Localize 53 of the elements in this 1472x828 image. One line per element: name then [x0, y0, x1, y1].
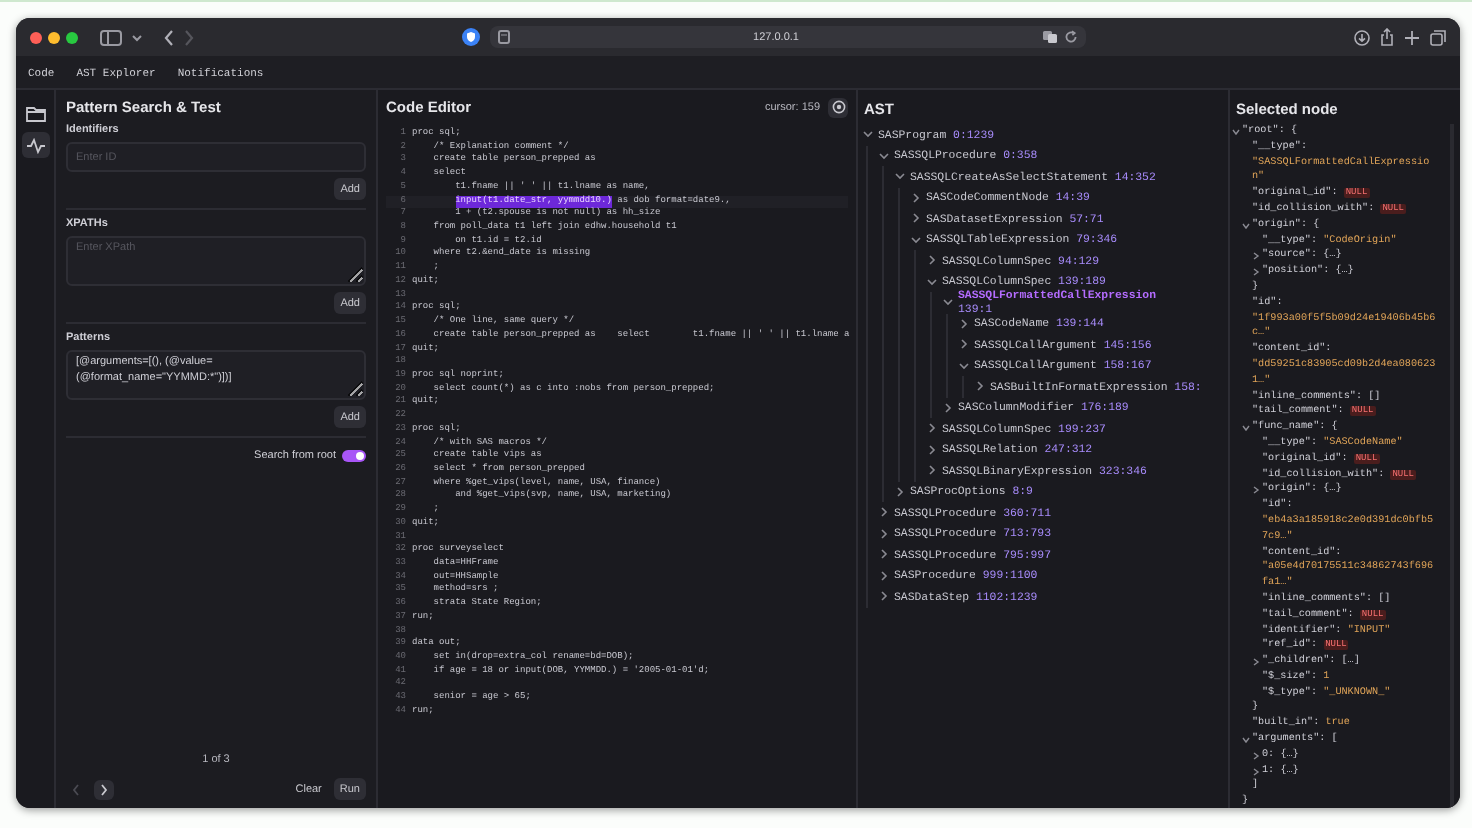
- chevron-icon[interactable]: [878, 149, 890, 162]
- chevron-icon[interactable]: [926, 422, 938, 435]
- chevron-icon[interactable]: [926, 464, 938, 477]
- sidebar-icon[interactable]: [100, 29, 122, 45]
- chevron-down-icon[interactable]: [132, 33, 142, 41]
- chevron-icon[interactable]: [926, 254, 938, 267]
- chevron-icon[interactable]: [926, 443, 938, 456]
- chevron-icon[interactable]: [878, 506, 890, 519]
- chevron-right-icon: [100, 783, 108, 795]
- chevron-icon[interactable]: [942, 296, 954, 309]
- chevron-icon[interactable]: [1252, 486, 1260, 495]
- chevron-icon[interactable]: [878, 548, 890, 561]
- chevron-icon[interactable]: [1252, 767, 1260, 776]
- share-icon[interactable]: [1380, 28, 1394, 46]
- next-button[interactable]: [94, 779, 114, 799]
- chevron-icon[interactable]: [1242, 221, 1250, 230]
- chevron-icon[interactable]: [1252, 657, 1260, 666]
- chevron-icon[interactable]: [958, 359, 970, 372]
- activity-button[interactable]: [21, 132, 49, 158]
- chevron-icon[interactable]: [1232, 127, 1240, 136]
- chevron-icon[interactable]: [958, 317, 970, 330]
- chevron-icon[interactable]: [974, 380, 986, 393]
- close-button[interactable]: [30, 31, 42, 43]
- chevron-icon[interactable]: [1242, 424, 1250, 433]
- chevron-icon[interactable]: [1242, 735, 1250, 744]
- minimize-button[interactable]: [48, 31, 60, 43]
- chevron-icon[interactable]: [894, 485, 906, 498]
- chevron-icon[interactable]: [1252, 751, 1260, 760]
- chevron-icon[interactable]: [910, 212, 922, 225]
- chevron-icon[interactable]: [878, 527, 890, 540]
- chevron-icon[interactable]: [926, 275, 938, 288]
- chevron-icon[interactable]: [958, 338, 970, 351]
- new-tab-icon[interactable]: [1404, 29, 1420, 45]
- chevron-icon[interactable]: [862, 128, 874, 141]
- chevron-icon[interactable]: [878, 569, 890, 582]
- shield-icon[interactable]: [462, 28, 480, 46]
- chevron-icon[interactable]: [942, 401, 954, 414]
- chevron-icon[interactable]: [910, 191, 922, 204]
- toggle-switch[interactable]: [342, 450, 366, 462]
- translate-icon[interactable]: [1042, 30, 1058, 44]
- chevron-icon[interactable]: [1252, 268, 1260, 277]
- tabs-icon[interactable]: [1430, 29, 1446, 45]
- page-icon: [498, 30, 510, 44]
- download-icon[interactable]: [1354, 29, 1370, 45]
- reload-icon[interactable]: [1064, 30, 1078, 44]
- chevron-icon[interactable]: [894, 170, 906, 183]
- back-icon[interactable]: [164, 29, 174, 45]
- zoom-button[interactable]: [66, 31, 78, 43]
- chevron-icon[interactable]: [878, 590, 890, 603]
- chevron-icon[interactable]: [1252, 252, 1260, 261]
- chevron-left-icon: [72, 783, 80, 795]
- target-button[interactable]: [828, 97, 848, 117]
- chevron-icon[interactable]: [910, 233, 922, 246]
